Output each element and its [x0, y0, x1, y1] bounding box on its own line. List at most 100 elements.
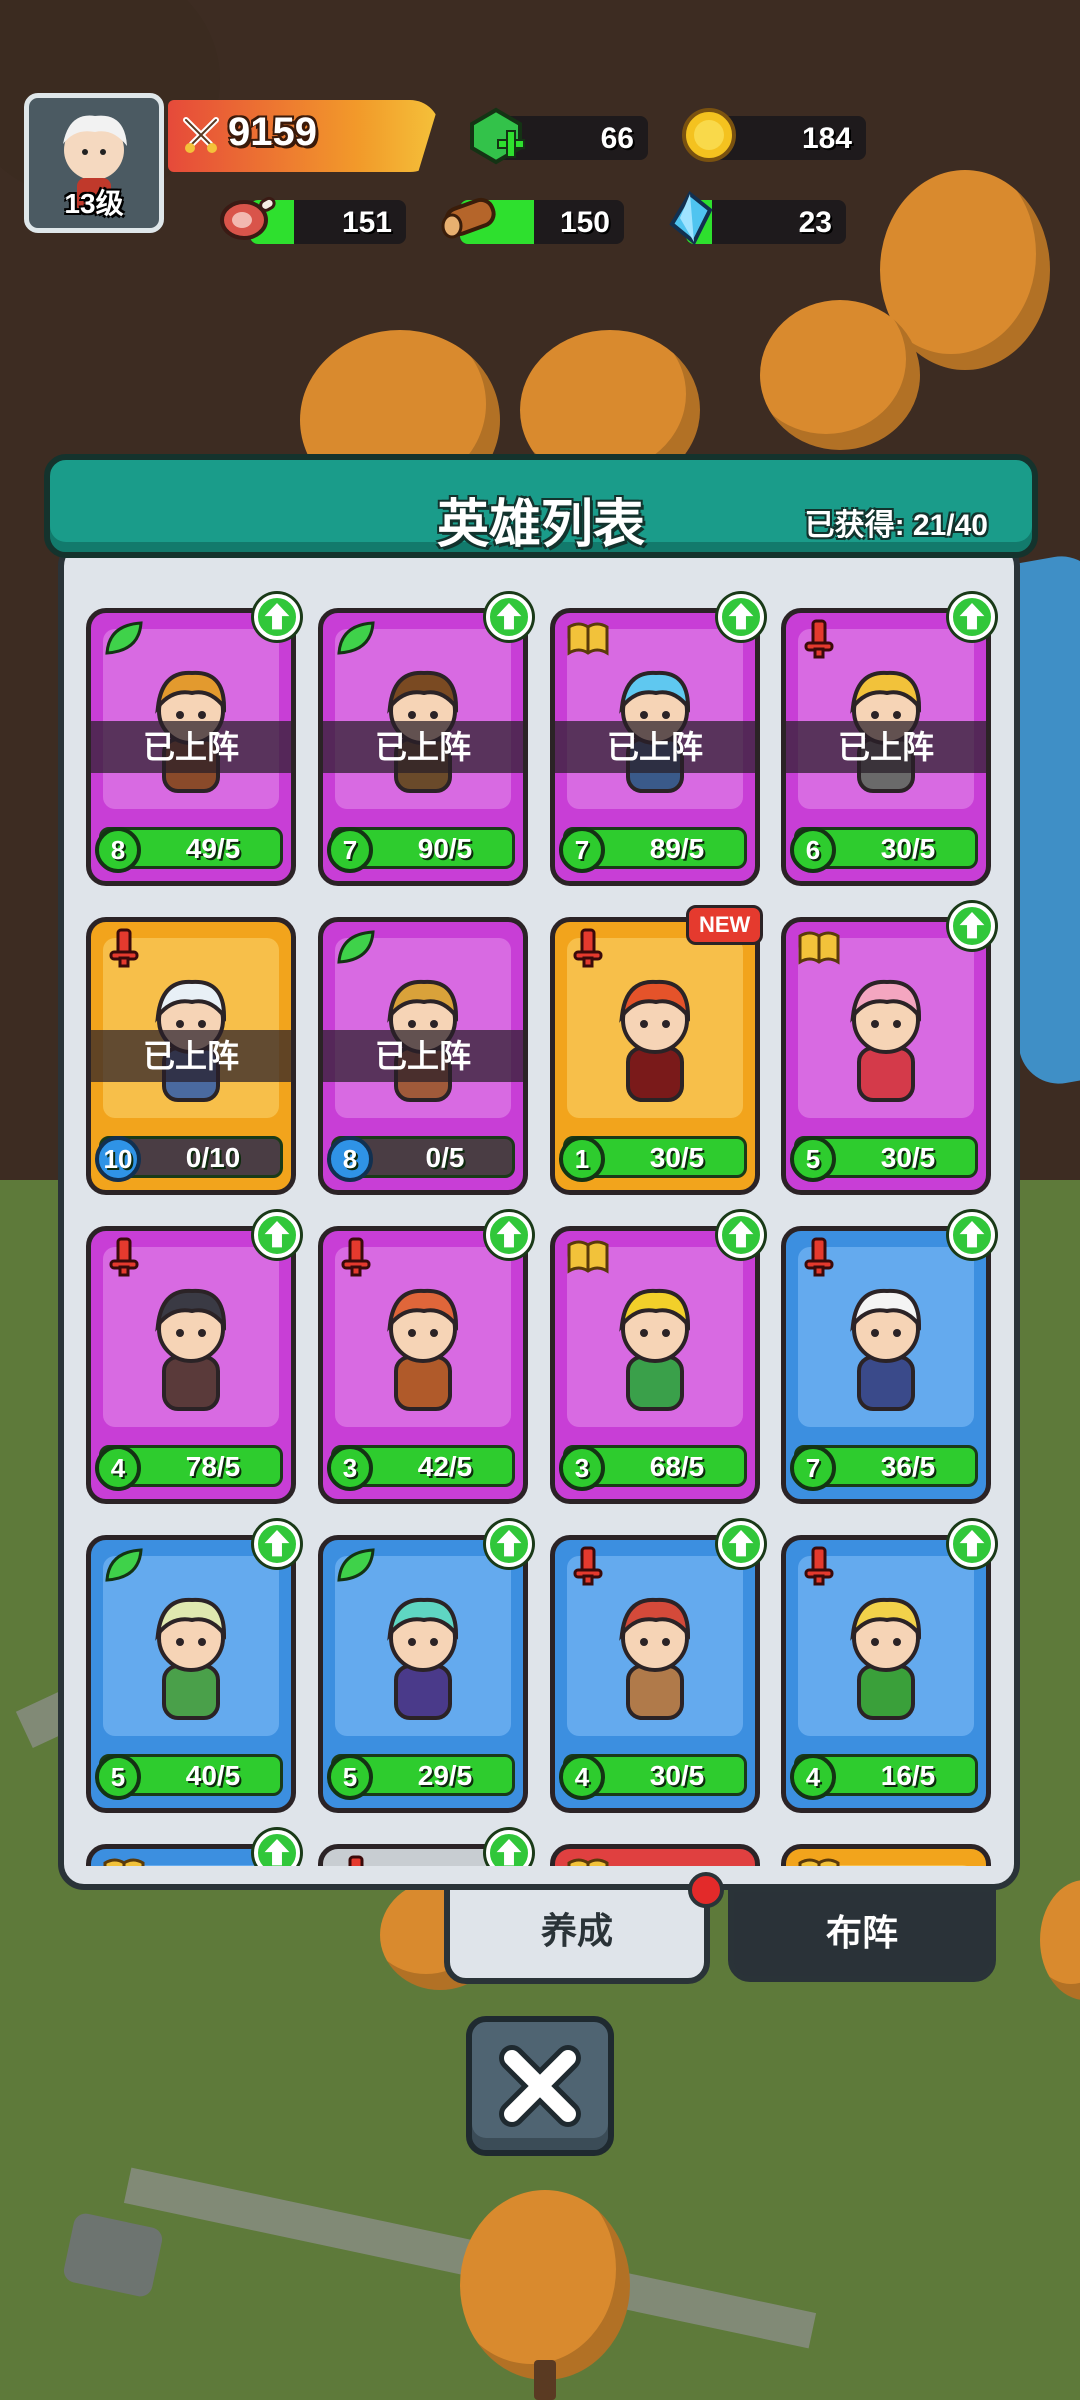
hero-card[interactable]: 40/5 5	[86, 1535, 296, 1813]
hero-card[interactable]	[550, 1844, 760, 1866]
tab-develop[interactable]: 养成	[444, 1884, 710, 1984]
hero-level-badge: 10	[95, 1136, 141, 1182]
close-icon	[499, 2045, 581, 2127]
shard-count: 0/5	[425, 1142, 465, 1173]
upgrade-arrow-icon[interactable]	[254, 1830, 300, 1866]
blue-crystal-icon	[669, 191, 713, 246]
sword-class-icon	[804, 619, 834, 659]
combat-power-bar: 9159	[168, 100, 440, 172]
upgrade-arrow-icon[interactable]	[254, 1212, 300, 1258]
book-class-icon	[567, 622, 609, 656]
sword-class-icon	[109, 1237, 139, 1277]
hero-level-badge: 5	[790, 1136, 836, 1182]
hero-portrait-icon	[850, 1597, 922, 1720]
hero-card[interactable]: 16/5 4	[781, 1535, 991, 1813]
sword-class-icon	[341, 1237, 371, 1277]
sword-class-icon	[348, 1855, 364, 1866]
wood-value: 150	[559, 206, 610, 239]
hero-card[interactable]: 已上阵 0/5 8	[318, 917, 528, 1195]
hero-card[interactable]: 已上阵 30/5 6	[781, 608, 991, 886]
tree	[460, 2190, 630, 2380]
shard-count: 40/5	[185, 1760, 241, 1791]
hero-card[interactable]: 68/5 3	[550, 1226, 760, 1504]
notification-dot	[688, 1872, 724, 1908]
sword-class-icon	[804, 1237, 834, 1277]
coin-value: 184	[801, 122, 852, 155]
hero-level-badge: 8	[95, 827, 141, 873]
upgrade-arrow-icon[interactable]	[486, 1521, 532, 1567]
hero-card[interactable]: 已上阵 0/10 10	[86, 917, 296, 1195]
hero-card[interactable]: 42/5 3	[318, 1226, 528, 1504]
leaf-class-icon	[337, 621, 375, 655]
upgrade-arrow-icon[interactable]	[949, 594, 995, 640]
hero-card[interactable]: 已上阵 49/5 8	[86, 608, 296, 886]
upgrade-arrow-icon[interactable]	[718, 1212, 764, 1258]
hero-card[interactable]: 30/5 5	[781, 917, 991, 1195]
leaf-class-icon	[105, 621, 143, 655]
close-button[interactable]	[466, 2016, 614, 2156]
hero-level-badge: 4	[559, 1754, 605, 1800]
hero-portrait-icon	[850, 979, 922, 1102]
hero-card[interactable]	[781, 1844, 991, 1866]
hero-level-badge: 5	[95, 1754, 141, 1800]
deployed-label: 已上阵	[786, 721, 986, 773]
upgrade-arrow-icon[interactable]	[949, 903, 995, 949]
shard-count: 89/5	[649, 833, 705, 864]
upgrade-arrow-icon[interactable]	[486, 594, 532, 640]
sword-class-icon	[573, 1546, 603, 1586]
sword-class-icon	[804, 1546, 834, 1586]
upgrade-arrow-icon[interactable]	[718, 1521, 764, 1567]
deployed-label: 已上阵	[323, 721, 523, 773]
hero-card[interactable]: 30/5 4	[550, 1535, 760, 1813]
player-level: 13级	[64, 188, 124, 219]
hero-portrait-icon	[850, 1288, 922, 1411]
shard-count: 78/5	[185, 1451, 241, 1482]
hero-portrait-icon	[619, 1597, 691, 1720]
gold-coin-icon	[682, 108, 736, 162]
upgrade-arrow-icon[interactable]	[718, 594, 764, 640]
meat-value: 151	[341, 206, 392, 239]
hero-card[interactable]: 30/5 1	[550, 917, 760, 1195]
tree	[760, 300, 920, 450]
shard-count: 36/5	[880, 1451, 936, 1482]
tab-formation[interactable]: 布阵	[728, 1886, 996, 1982]
hero-card[interactable]: 78/5 4	[86, 1226, 296, 1504]
gem-value: 66	[600, 122, 634, 155]
shard-count: 16/5	[880, 1760, 936, 1791]
crystal-value: 23	[798, 206, 832, 239]
hero-card[interactable]: 已上阵 89/5 7	[550, 608, 760, 886]
hero-level-badge: 4	[790, 1754, 836, 1800]
tree-trunk	[534, 2360, 556, 2400]
shard-count: 30/5	[649, 1760, 705, 1791]
hero-level-badge: 7	[327, 827, 373, 873]
hero-grid[interactable]: 已上阵 49/5 8 已上阵 90/5 7 已上阵 89/5 7 已上阵 30/5 6 已上阵 0/10 1…	[74, 590, 1014, 1866]
book-class-icon	[103, 1858, 145, 1866]
heroes-owned-count: 已获得: 21/40	[804, 509, 988, 542]
hero-card[interactable]: 36/5 7	[781, 1226, 991, 1504]
hero-portrait-icon	[387, 1288, 459, 1411]
hero-list-header: 英雄列表 已获得: 21/40	[44, 454, 1038, 558]
upgrade-arrow-icon[interactable]	[254, 594, 300, 640]
hero-card[interactable]: 已上阵 90/5 7	[318, 608, 528, 886]
deployed-label: 已上阵	[555, 721, 755, 773]
player-avatar[interactable]: 13级	[24, 93, 164, 233]
hero-level-badge: 7	[559, 827, 605, 873]
upgrade-arrow-icon[interactable]	[486, 1212, 532, 1258]
new-badge: NEW	[686, 905, 764, 945]
upgrade-arrow-icon[interactable]	[254, 1521, 300, 1567]
upgrade-arrow-icon[interactable]	[949, 1521, 995, 1567]
upgrade-arrow-icon[interactable]	[949, 1212, 995, 1258]
combat-power-value: 9159	[228, 110, 317, 154]
hero-portrait-icon	[155, 1597, 227, 1720]
book-class-icon	[798, 1858, 840, 1866]
shard-count: 68/5	[649, 1451, 705, 1482]
upgrade-arrow-icon[interactable]	[486, 1830, 532, 1866]
hero-card[interactable]: 29/5 5	[318, 1535, 528, 1813]
hero-portrait-icon	[619, 979, 691, 1102]
leaf-class-icon	[105, 1548, 143, 1582]
shard-count: 30/5	[880, 1142, 936, 1173]
green-gem-plus-icon[interactable]	[464, 104, 528, 168]
hero-level-badge: 5	[327, 1754, 373, 1800]
deployed-label: 已上阵	[91, 1030, 291, 1082]
leaf-class-icon	[337, 1548, 375, 1582]
